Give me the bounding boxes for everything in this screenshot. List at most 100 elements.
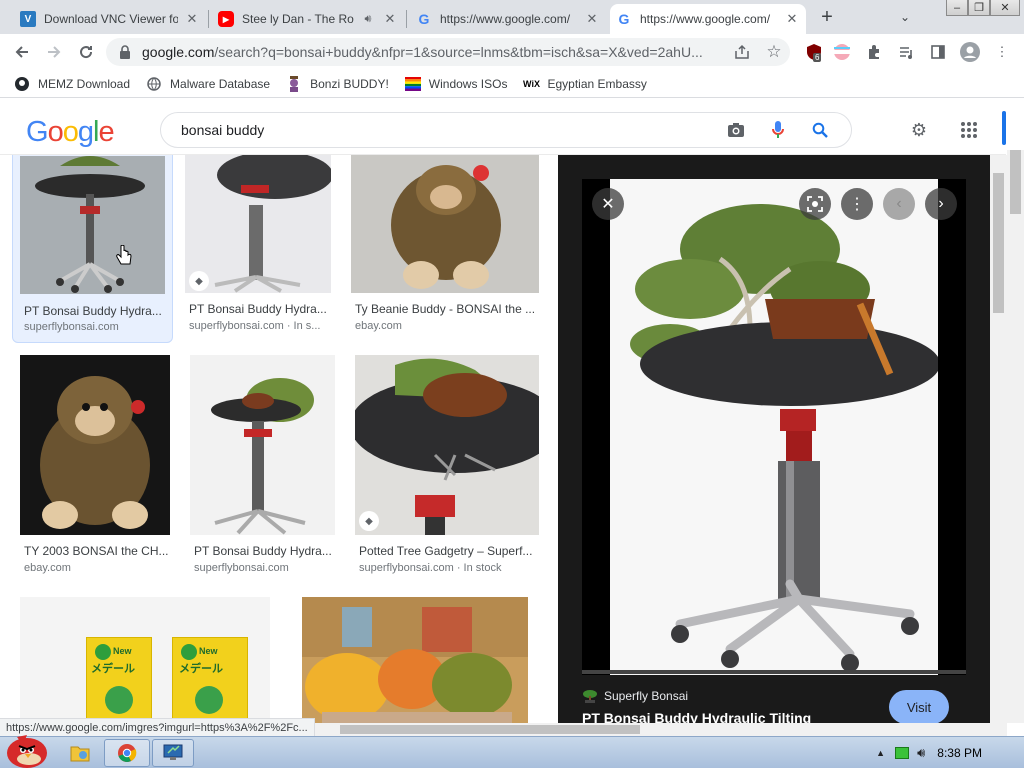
- close-window-button[interactable]: ✕: [990, 0, 1020, 16]
- back-button[interactable]: [10, 40, 34, 64]
- new-tab-button[interactable]: +: [816, 6, 838, 28]
- ublock-extension-icon[interactable]: 6: [804, 42, 824, 62]
- result-image[interactable]: [190, 355, 335, 535]
- scrollbar-thumb[interactable]: [340, 725, 640, 734]
- result-card[interactable]: Ty Beanie Buddy - BONSAI the ... ebay.co…: [351, 155, 541, 343]
- image-results-grid: PT Bonsai Buddy Hydra... superflybonsai.…: [0, 155, 558, 723]
- start-button[interactable]: [0, 731, 56, 768]
- kebab-menu-icon[interactable]: ⋮: [992, 42, 1012, 62]
- search-input[interactable]: bonsai buddy: [181, 122, 725, 138]
- preview-site[interactable]: Superfly Bonsai: [582, 688, 688, 704]
- close-icon[interactable]: ✕: [382, 11, 398, 27]
- bookmark-memz[interactable]: MEMZ Download: [14, 76, 130, 92]
- microphone-icon[interactable]: [767, 119, 789, 141]
- google-logo[interactable]: Google: [26, 116, 115, 149]
- tab-youtube[interactable]: ▶ Stee ly Dan - The Roy 🔊︎ ✕: [212, 4, 404, 34]
- result-image[interactable]: New メデール New メデール: [20, 597, 270, 723]
- hand-cursor-icon: [116, 244, 132, 272]
- result-card[interactable]: TY 2003 BONSAI the CH... ebay.com: [20, 355, 172, 583]
- result-title[interactable]: PT Bonsai Buddy Hydra...: [194, 544, 336, 558]
- share-icon[interactable]: [732, 42, 752, 62]
- reload-button[interactable]: [74, 40, 98, 64]
- sign-in-edge[interactable]: [1002, 111, 1006, 145]
- lock-icon[interactable]: [118, 45, 132, 59]
- result-image[interactable]: [20, 355, 170, 535]
- preview-image[interactable]: [582, 179, 966, 675]
- result-title[interactable]: Potted Tree Gadgetry – Superf...: [359, 544, 539, 558]
- bookmark-label: MEMZ Download: [38, 76, 131, 91]
- result-card[interactable]: PT Bonsai Buddy Hydra... superflybonsai.…: [12, 155, 173, 343]
- result-source[interactable]: ebay.com: [24, 562, 170, 574]
- side-panel-icon[interactable]: [928, 42, 948, 62]
- result-title[interactable]: TY 2003 BONSAI the CH...: [24, 544, 170, 558]
- bookmark-bonzi-buddy[interactable]: Bonzi BUDDY!: [286, 75, 389, 92]
- result-image[interactable]: ◆: [355, 355, 539, 535]
- result-source[interactable]: superflybonsai.com: [194, 562, 336, 574]
- preview-title[interactable]: PT Bonsai Buddy Hydraulic Tilting: [582, 710, 811, 723]
- result-source[interactable]: ebay.com: [355, 320, 539, 332]
- media-control-icon[interactable]: [896, 42, 916, 62]
- tab-vnc[interactable]: V Download VNC Viewer fo ✕: [14, 4, 206, 34]
- scrollbar-thumb[interactable]: [993, 173, 1004, 313]
- extension-flag-icon[interactable]: [832, 42, 852, 62]
- result-title[interactable]: Ty Beanie Buddy - BONSAI the ...: [355, 302, 539, 316]
- bookmark-egyptian-embassy[interactable]: WiX Egyptian Embassy: [523, 76, 647, 92]
- bookmark-star-icon[interactable]: ☆: [764, 42, 784, 62]
- tab-strip: V Download VNC Viewer fo ✕ ▶ Stee ly Dan…: [0, 0, 1024, 34]
- search-icon[interactable]: [809, 119, 831, 141]
- minimize-button[interactable]: –: [946, 0, 968, 16]
- scrollbar-thumb[interactable]: [1010, 150, 1021, 214]
- system-tray: ▲ 🔊︎ 8:38 PM: [876, 737, 1024, 768]
- file-explorer-taskbar-button[interactable]: [62, 739, 98, 767]
- settings-gear-icon[interactable]: ⚙: [908, 119, 930, 141]
- result-card[interactable]: New メデール New メデール: [20, 597, 270, 723]
- bookmark-windows-isos[interactable]: Windows ISOs: [404, 76, 507, 92]
- chevron-left-icon: ‹: [896, 195, 902, 212]
- result-image[interactable]: [20, 156, 165, 294]
- puzzle-extensions-icon[interactable]: [864, 42, 884, 62]
- visit-button[interactable]: Visit: [889, 690, 949, 723]
- tab-google-1[interactable]: G https://www.google.com/ ✕: [410, 4, 606, 34]
- close-icon[interactable]: ✕: [784, 11, 800, 27]
- panel-scrollbar[interactable]: [990, 155, 1007, 723]
- result-source[interactable]: superflybonsai.com: [24, 321, 164, 333]
- tab-search-chevron-icon[interactable]: ⌄: [896, 8, 914, 26]
- url-text[interactable]: google.com/search?q=bonsai+buddy&nfpr=1&…: [142, 44, 726, 60]
- maximize-button[interactable]: ❐: [968, 0, 990, 16]
- result-card[interactable]: ◆ Potted Tree Gadgetry – Superf... super…: [355, 355, 541, 583]
- visual-search-button[interactable]: [799, 188, 831, 220]
- bookmark-malware-database[interactable]: Malware Database: [146, 76, 270, 92]
- more-options-button[interactable]: ⋮: [841, 188, 873, 220]
- result-image[interactable]: ◆: [185, 155, 331, 293]
- result-card[interactable]: [302, 597, 528, 723]
- camera-lens-icon[interactable]: [725, 119, 747, 141]
- profile-avatar-icon[interactable]: [960, 42, 980, 62]
- result-card[interactable]: ◆ PT Bonsai Buddy Hydra... superflybonsa…: [184, 155, 334, 343]
- page-scrollbar[interactable]: [1007, 150, 1024, 723]
- result-image[interactable]: [351, 155, 539, 293]
- result-source[interactable]: superflybonsai.com · In s...: [189, 320, 331, 332]
- result-title[interactable]: PT Bonsai Buddy Hydra...: [24, 304, 164, 318]
- result-card[interactable]: PT Bonsai Buddy Hydra... superflybonsai.…: [190, 355, 342, 583]
- next-image-button[interactable]: ›: [925, 188, 957, 220]
- result-title[interactable]: PT Bonsai Buddy Hydra...: [189, 302, 331, 316]
- network-icon[interactable]: [895, 747, 910, 759]
- result-source[interactable]: superflybonsai.com · In stock: [359, 562, 539, 574]
- result-image[interactable]: [302, 597, 528, 723]
- speaker-icon[interactable]: 🔊︎: [360, 11, 376, 27]
- chrome-taskbar-button[interactable]: [104, 739, 150, 767]
- volume-icon[interactable]: 🔊︎: [917, 745, 925, 761]
- vnc-taskbar-button[interactable]: [152, 739, 194, 767]
- address-bar[interactable]: google.com/search?q=bonsai+buddy&nfpr=1&…: [106, 38, 790, 66]
- close-preview-button[interactable]: ✕: [592, 188, 624, 220]
- forward-button[interactable]: [42, 40, 66, 64]
- previous-image-button[interactable]: ‹: [883, 188, 915, 220]
- clock[interactable]: 8:38 PM: [937, 746, 982, 760]
- tab-google-active[interactable]: G https://www.google.com/ ✕: [610, 4, 806, 34]
- apps-grid-icon[interactable]: [958, 119, 980, 141]
- search-box[interactable]: bonsai buddy: [160, 112, 852, 148]
- show-hidden-icons-icon[interactable]: ▲: [876, 748, 885, 758]
- close-icon[interactable]: ✕: [584, 11, 600, 27]
- reload-icon: [80, 46, 93, 59]
- close-icon[interactable]: ✕: [184, 11, 200, 27]
